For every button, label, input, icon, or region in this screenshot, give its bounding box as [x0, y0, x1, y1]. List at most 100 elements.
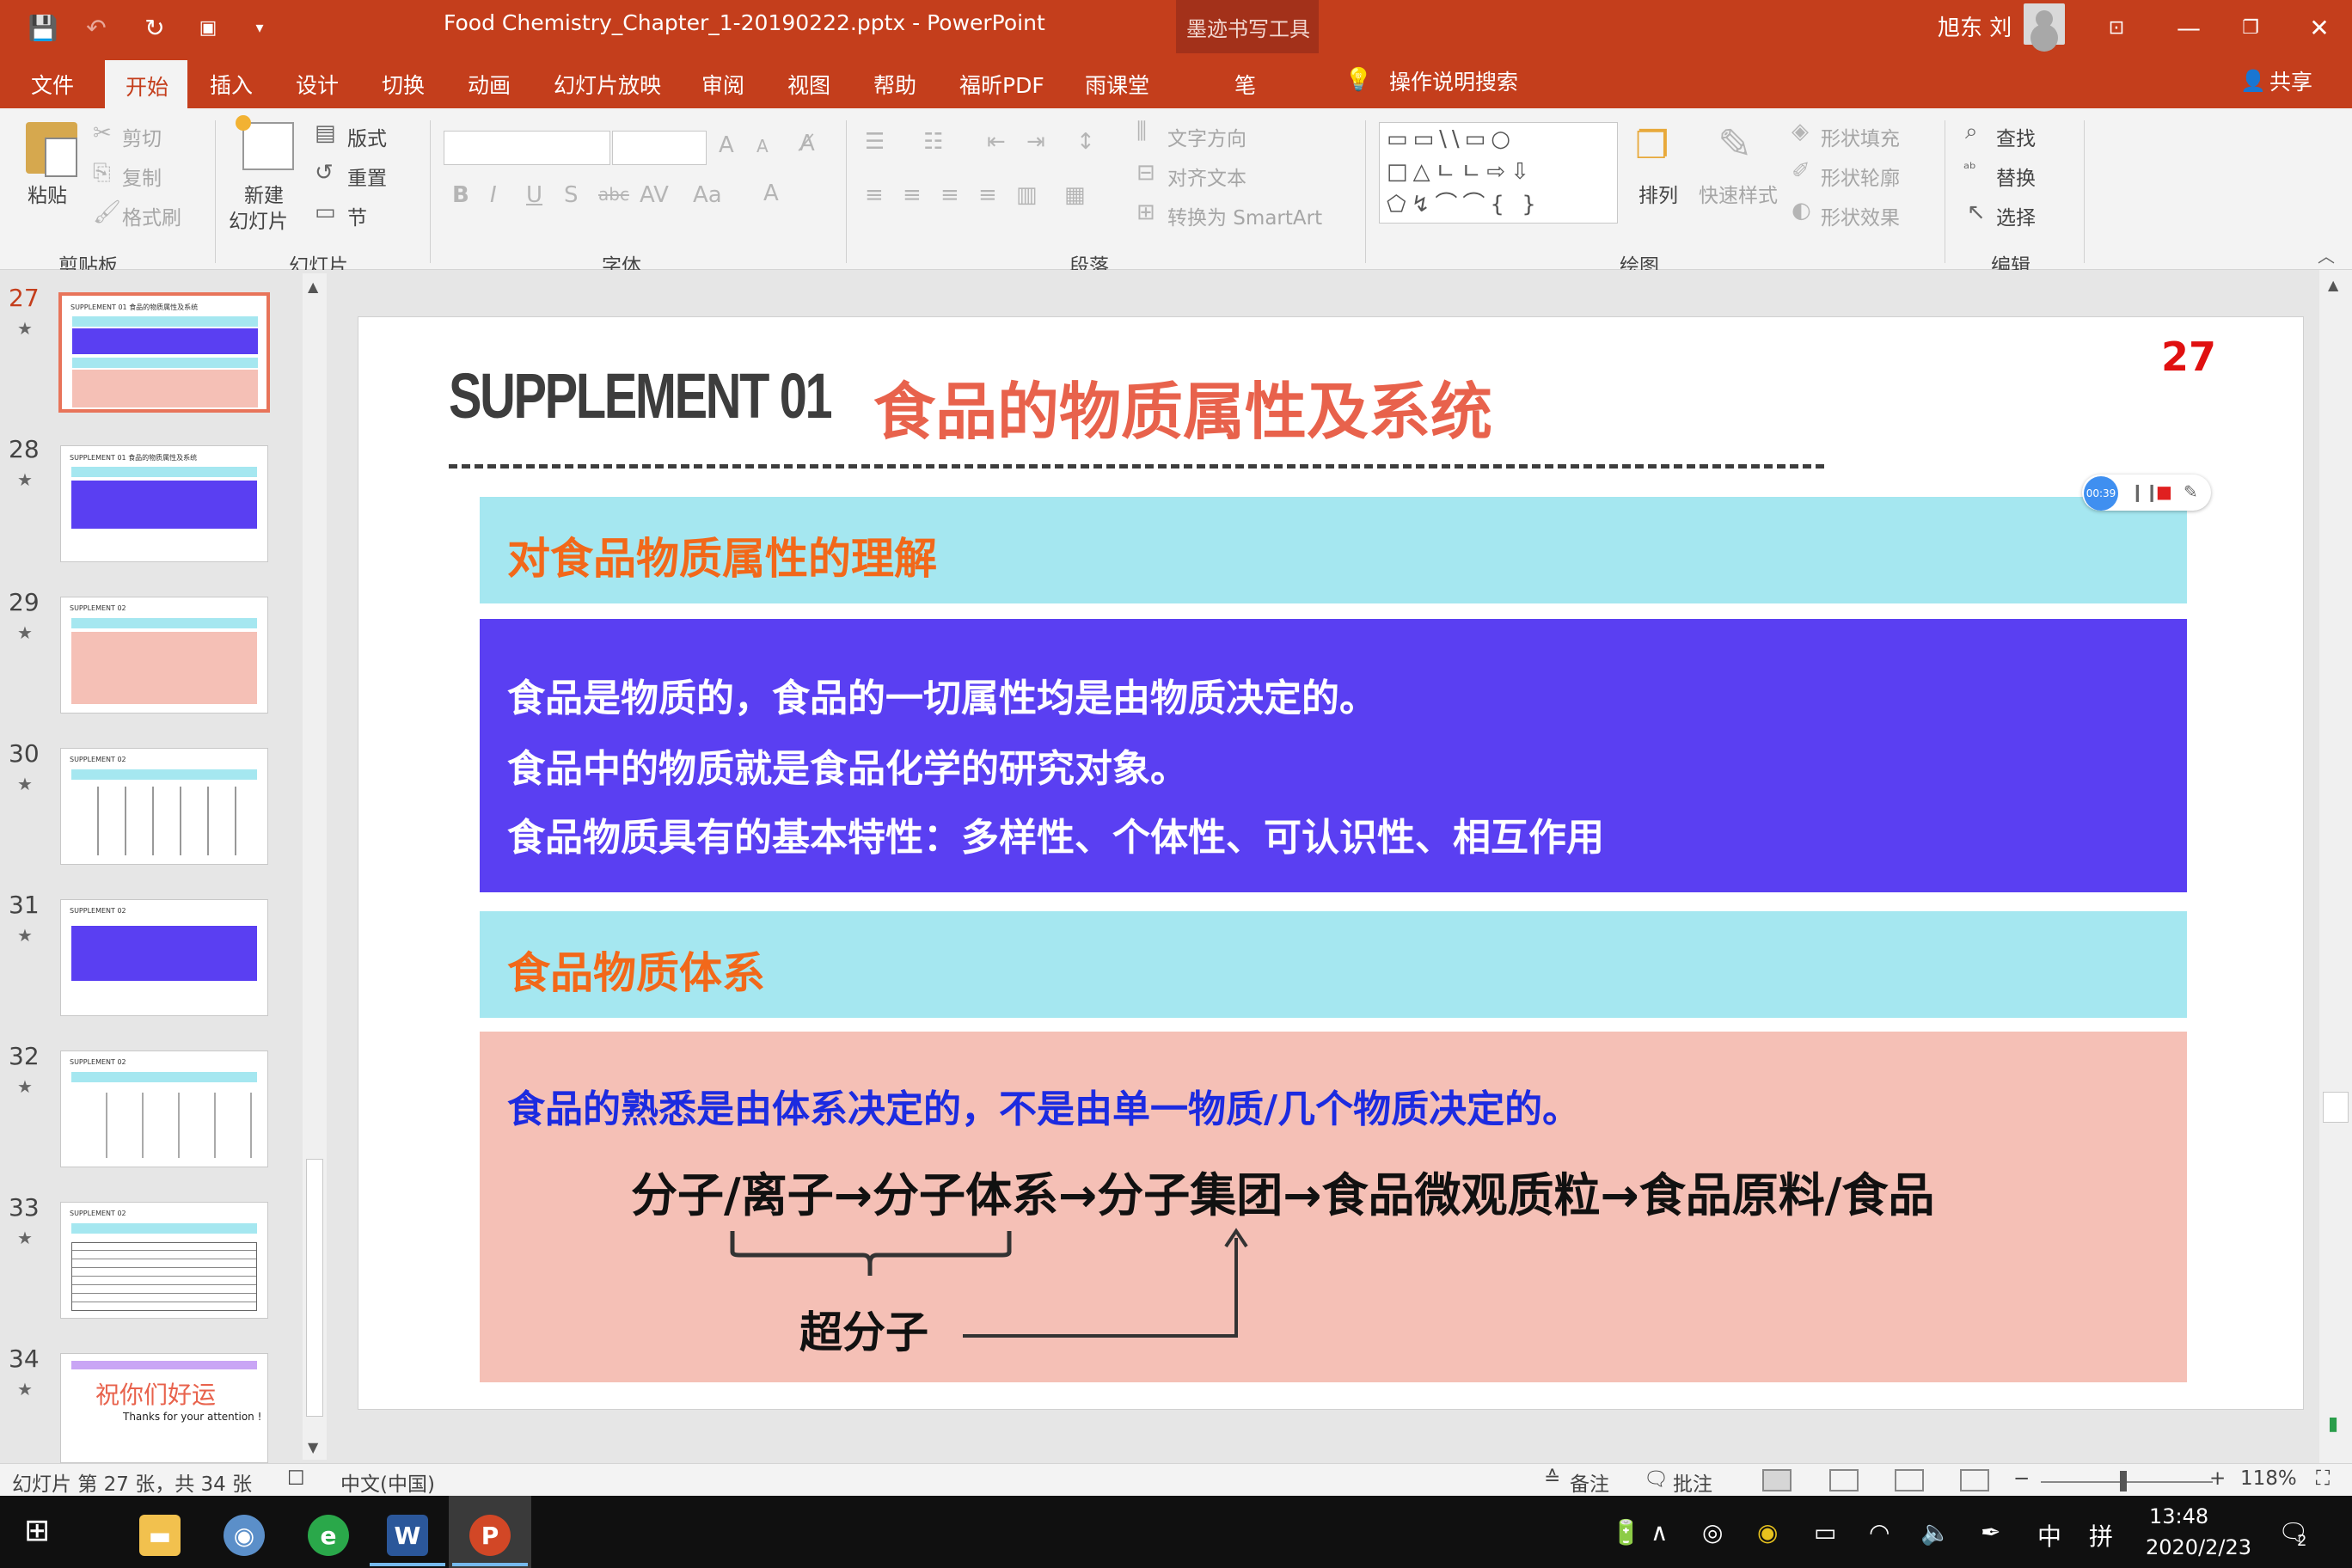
slideshow-view-icon[interactable]: [1960, 1469, 1989, 1491]
shape-outline-button[interactable]: 形状轮廓: [1821, 162, 1900, 191]
tab-file[interactable]: 文件: [31, 69, 74, 100]
italic-icon[interactable]: I: [490, 182, 497, 208]
thumbnail-slide-34[interactable]: 祝你们好运 Thanks for your attention !: [60, 1353, 268, 1463]
tell-me-search[interactable]: 操作说明搜索: [1389, 65, 1518, 96]
wifi-icon[interactable]: ◠: [1869, 1518, 1890, 1547]
clear-formatting-icon[interactable]: A̸: [799, 131, 815, 156]
minimize-icon[interactable]: —: [2170, 9, 2208, 46]
thumbnail-scroll-thumb[interactable]: [306, 1159, 323, 1417]
text-shadow-icon[interactable]: S: [564, 182, 579, 208]
shape-fill-button[interactable]: 形状填充: [1821, 122, 1900, 151]
tab-rain-classroom[interactable]: 雨课堂: [1085, 69, 1149, 100]
file-explorer-icon[interactable]: ▬: [122, 1503, 198, 1568]
quick-styles-button[interactable]: 快速样式: [1699, 179, 1778, 208]
reset-button[interactable]: 重置: [347, 162, 387, 191]
input-method-icon[interactable]: 拼: [2089, 1518, 2113, 1553]
battery-plug-icon[interactable]: 🔋: [1611, 1518, 1641, 1547]
thumbnail-slide-33[interactable]: SUPPLEMENT 02: [60, 1202, 268, 1319]
bullets-icon[interactable]: ☰: [865, 129, 885, 155]
thumbnail-slide-32[interactable]: SUPPLEMENT 02: [60, 1050, 268, 1167]
tab-animations[interactable]: 动画: [468, 69, 511, 100]
tab-review[interactable]: 审阅: [701, 69, 744, 100]
section-button[interactable]: 节: [347, 201, 367, 230]
scroll-down-icon[interactable]: ▼: [308, 1439, 318, 1455]
slide-scrollbar[interactable]: ▲ ▮: [2319, 270, 2352, 1463]
new-slide-button-line1[interactable]: 新建: [244, 179, 284, 208]
copy-button[interactable]: 复制: [122, 162, 162, 191]
align-right-icon[interactable]: ≡: [940, 182, 959, 208]
slide-scroll-thumb[interactable]: [2323, 1092, 2349, 1123]
format-painter-button[interactable]: 格式刷: [122, 201, 181, 230]
ime-indicator[interactable]: 中: [2037, 1518, 2061, 1553]
reading-view-icon[interactable]: [1895, 1469, 1924, 1491]
decrease-indent-icon[interactable]: ⇤: [987, 129, 1006, 155]
line-spacing-icon[interactable]: ↕: [1076, 129, 1095, 155]
redo-icon[interactable]: ↻: [138, 10, 172, 45]
layout-button[interactable]: 版式: [347, 122, 387, 151]
avatar[interactable]: [2024, 3, 2065, 45]
quick-styles-icon[interactable]: ✎: [1718, 120, 1752, 168]
tab-design[interactable]: 设计: [296, 69, 339, 100]
thumbnail-slide-30[interactable]: SUPPLEMENT 02: [60, 748, 268, 865]
tab-help[interactable]: 帮助: [873, 69, 916, 100]
change-case-icon[interactable]: Aa: [693, 182, 722, 208]
windows-start-icon[interactable]: ⊞: [24, 1513, 50, 1548]
zoom-slider-track[interactable]: [2041, 1481, 2213, 1483]
increase-indent-icon[interactable]: ⇥: [1026, 129, 1045, 155]
cut-button[interactable]: 剪切: [122, 122, 162, 151]
normal-view-icon[interactable]: [1762, 1469, 1792, 1491]
clock-time[interactable]: 13:48: [2149, 1504, 2208, 1528]
select-button[interactable]: 选择: [1996, 201, 2036, 230]
new-slide-button-line2[interactable]: 幻灯片: [229, 205, 288, 234]
tab-transitions[interactable]: 切换: [382, 69, 425, 100]
show-hidden-icons-icon[interactable]: ∧: [1651, 1518, 1669, 1547]
present-from-start-icon[interactable]: ▣: [191, 10, 225, 45]
pen-icon[interactable]: ✎: [2184, 481, 2198, 502]
text-box-options-icon[interactable]: ▦: [1064, 182, 1086, 208]
font-name-combo[interactable]: [444, 131, 610, 165]
share-button[interactable]: 共享: [2269, 65, 2312, 96]
paste-icon[interactable]: [26, 122, 77, 177]
shape-effects-button[interactable]: 形状效果: [1821, 201, 1900, 230]
customize-qat-icon[interactable]: ▾: [242, 10, 277, 45]
thumbnail-slide-29[interactable]: SUPPLEMENT 02: [60, 597, 268, 714]
thumbnail-slide-28[interactable]: SUPPLEMENT 01 食品的物质属性及系统: [60, 445, 268, 562]
tab-pen[interactable]: 笔: [1234, 69, 1256, 100]
tab-home[interactable]: 开始: [126, 70, 168, 101]
battery-icon[interactable]: ▭: [1814, 1518, 1836, 1547]
earth-app-icon[interactable]: ◉: [206, 1503, 282, 1568]
user-name[interactable]: 旭东 刘: [1938, 10, 2012, 42]
character-spacing-icon[interactable]: AV: [640, 182, 669, 208]
ribbon-display-options-icon[interactable]: ⊡: [2098, 9, 2135, 46]
browser-icon[interactable]: e: [291, 1503, 366, 1568]
restore-icon[interactable]: ❐: [2232, 9, 2269, 46]
tray-app-icon[interactable]: ◉: [1757, 1518, 1778, 1547]
decrease-font-icon[interactable]: A: [756, 136, 769, 156]
convert-smartart-button[interactable]: 转换为 SmartArt: [1167, 201, 1322, 230]
thumbnail-scrollbar[interactable]: ▲ ▼: [303, 273, 327, 1460]
tab-slideshow[interactable]: 幻灯片放映: [554, 69, 661, 100]
align-center-icon[interactable]: ≡: [903, 182, 922, 208]
underline-icon[interactable]: U: [526, 182, 542, 208]
tab-view[interactable]: 视图: [787, 69, 830, 100]
numbering-icon[interactable]: ☷: [923, 129, 943, 155]
columns-icon[interactable]: ▥: [1016, 182, 1038, 208]
zoom-level[interactable]: 118%: [2240, 1467, 2297, 1490]
replace-button[interactable]: 替换: [1996, 162, 2036, 191]
zoom-in-icon[interactable]: +: [2209, 1467, 2226, 1490]
undo-icon[interactable]: ↶: [79, 10, 113, 45]
align-text-button[interactable]: 对齐文本: [1167, 162, 1246, 191]
bold-icon[interactable]: B: [452, 182, 469, 208]
spell-check-icon[interactable]: ☐: [287, 1467, 305, 1490]
arrange-icon[interactable]: ❐: [1635, 124, 1669, 168]
collapse-ribbon-icon[interactable]: ︿: [2318, 242, 2335, 267]
paste-button[interactable]: 粘贴: [28, 179, 67, 208]
tab-insert[interactable]: 插入: [210, 69, 253, 100]
clock-date[interactable]: 2020/2/23: [2146, 1535, 2251, 1559]
strikethrough-icon[interactable]: abc: [598, 184, 629, 205]
slide-title-chinese[interactable]: 食品的物质属性及系统: [873, 361, 1492, 451]
language-indicator[interactable]: 中文(中国): [340, 1467, 435, 1497]
zoom-slider-thumb[interactable]: [2120, 1471, 2127, 1491]
justify-icon[interactable]: ≡: [978, 182, 997, 208]
pen-workspace-icon[interactable]: ✒: [1981, 1518, 2000, 1547]
